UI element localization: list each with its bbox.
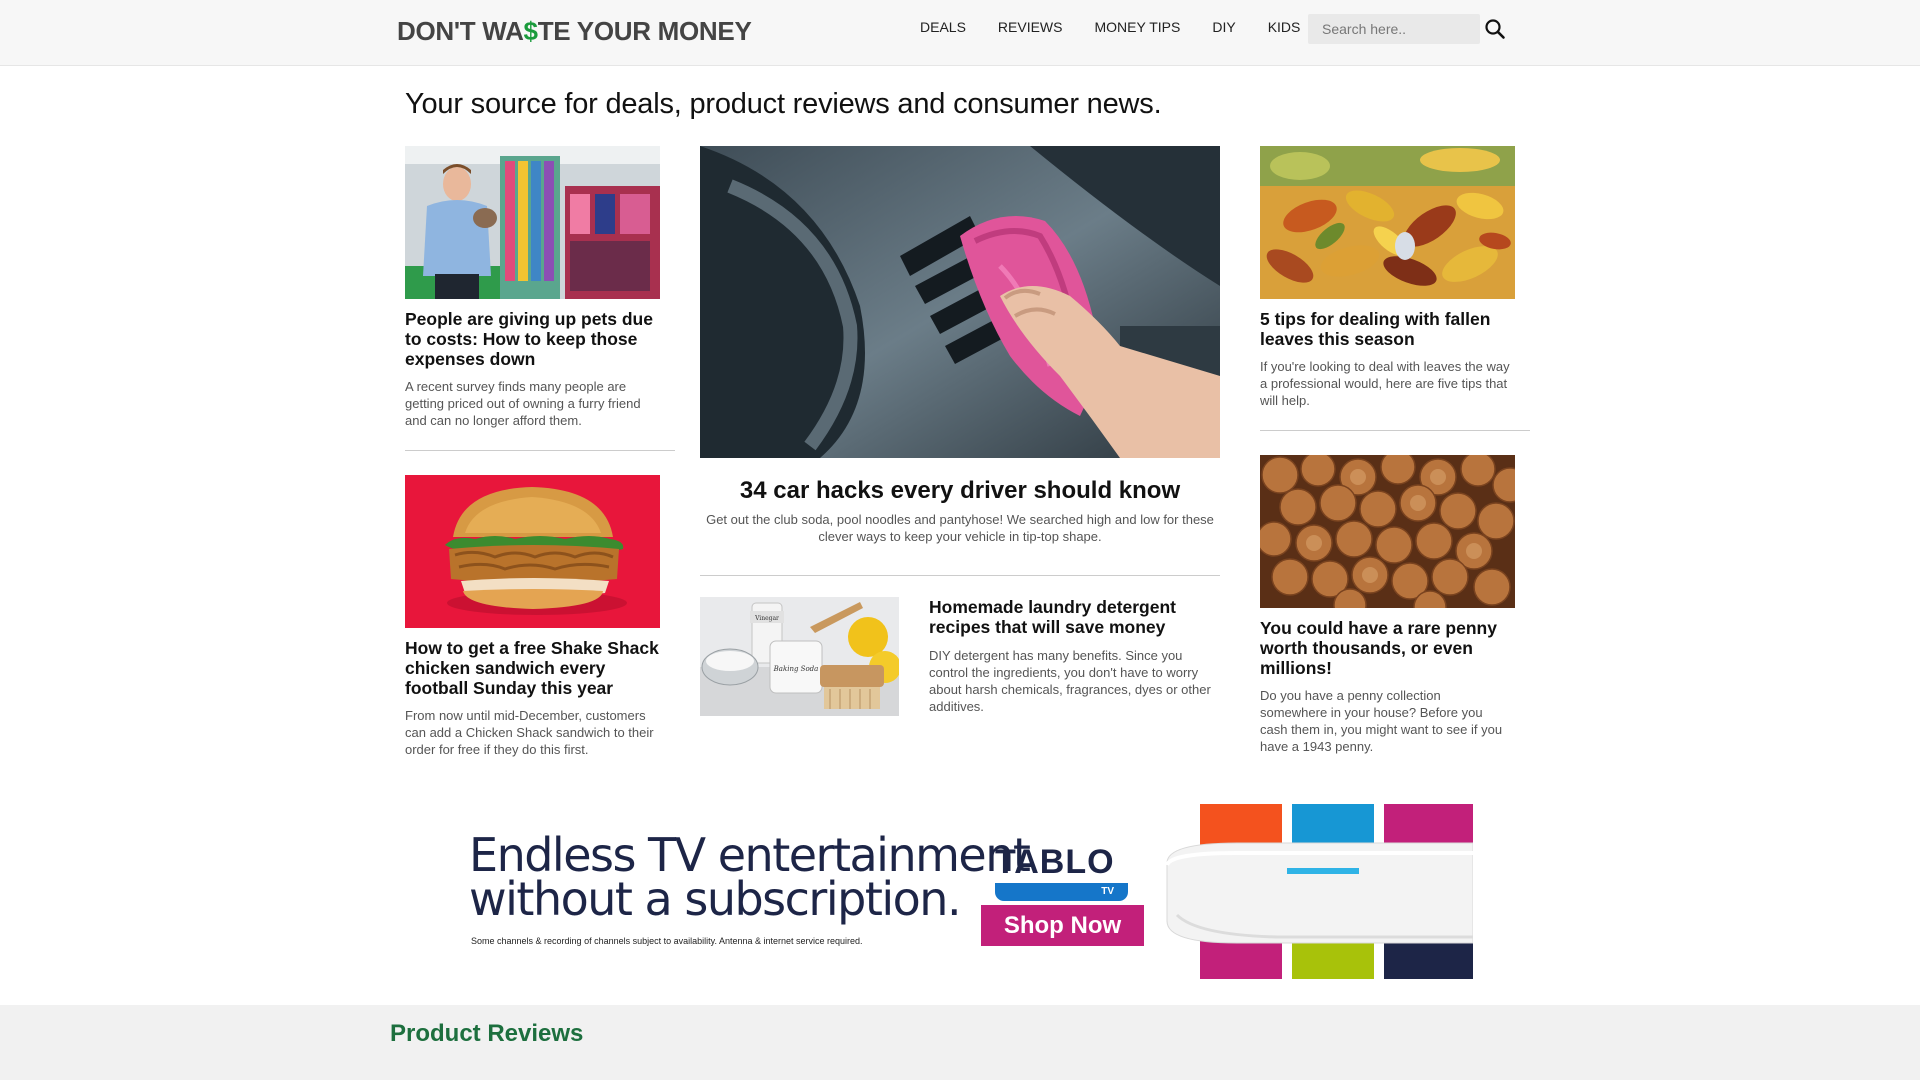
nav-diy[interactable]: DIY: [1212, 19, 1235, 35]
site-logo[interactable]: DON'T WA$TE YOUR MONEY: [397, 16, 752, 47]
article-desc-laundry: DIY detergent has many benefits. Since y…: [929, 648, 1211, 714]
article-title-pets[interactable]: People are giving up pets due to costs: …: [405, 309, 660, 369]
section-title-product-reviews: Product Reviews: [390, 1020, 584, 1047]
article-title-leaves[interactable]: 5 tips for dealing with fallen leaves th…: [1260, 309, 1500, 349]
article-title-penny[interactable]: You could have a rare penny worth thousa…: [1260, 618, 1510, 678]
logo-dollar-sign: $: [523, 16, 538, 46]
logo-text-start: DON'T WA: [397, 16, 524, 46]
main-nav: DEALS REVIEWS MONEY TIPS DIY KIDS: [920, 19, 1332, 35]
article-image-pets[interactable]: [405, 146, 660, 299]
article-desc-leaves: If you're looking to deal with leaves th…: [1260, 359, 1510, 408]
ad-headline-line-2: without a subscription.: [469, 872, 962, 926]
search-icon[interactable]: [1484, 18, 1506, 40]
article-desc-penny: Do you have a penny collection somewhere…: [1260, 688, 1503, 754]
ad-brand-sub: TV: [995, 883, 1128, 901]
article-desc-shake-shack: From now until mid-December, customers c…: [405, 708, 654, 757]
nav-reviews[interactable]: REVIEWS: [998, 19, 1063, 35]
article-image-car-dashboard[interactable]: [700, 146, 1220, 458]
article-desc-car-hacks: Get out the club soda, pool noodles and …: [706, 512, 1214, 544]
site-header: DON'T WA$TE YOUR MONEY DEALS REVIEWS MON…: [0, 0, 1920, 66]
vinegar-label-text: Vinegar: [754, 615, 779, 622]
ad-tile: [1200, 804, 1282, 846]
article-title-shake-shack[interactable]: How to get a free Shake Shack chicken sa…: [405, 638, 665, 698]
article-image-fallen-leaves[interactable]: [1260, 146, 1515, 299]
search-input[interactable]: [1308, 14, 1480, 44]
article-image-chicken-sandwich[interactable]: [405, 475, 660, 628]
ad-tile: [1384, 804, 1473, 846]
divider: [700, 575, 1220, 576]
article-title-laundry[interactable]: Homemade laundry detergent recipes that …: [929, 597, 1199, 637]
article-image-laundry-supplies[interactable]: Vinegar Baking Soda: [700, 597, 899, 716]
ad-shop-now-button[interactable]: Shop Now: [981, 905, 1144, 946]
divider: [1260, 430, 1530, 431]
ad-brand-logo: TABLO: [995, 843, 1115, 881]
logo-text-end: TE YOUR MONEY: [537, 16, 752, 46]
ad-headline-line-1: Endless TV entertainment: [469, 828, 1031, 882]
product-reviews-section: Product Reviews: [0, 1005, 1920, 1080]
ad-banner-tablo[interactable]: Endless TV entertainment without a subsc…: [467, 803, 1473, 979]
ad-tile: [1292, 804, 1374, 846]
article-image-pennies[interactable]: [1260, 455, 1515, 608]
divider: [405, 450, 675, 451]
nav-deals[interactable]: DEALS: [920, 19, 966, 35]
nav-money-tips[interactable]: MONEY TIPS: [1095, 19, 1181, 35]
article-title-car-hacks[interactable]: 34 car hacks every driver should know: [700, 477, 1220, 505]
nav-kids[interactable]: KIDS: [1268, 19, 1301, 35]
article-desc-pets: A recent survey finds many people are ge…: [405, 379, 641, 428]
ad-fine-print: Some channels & recording of channels su…: [471, 936, 863, 946]
ad-product-graphic: [1165, 804, 1473, 979]
page-tagline: Your source for deals, product reviews a…: [405, 88, 1162, 120]
ad-headline: Endless TV entertainment without a subsc…: [469, 828, 1031, 926]
baking-soda-label: Baking Soda: [773, 665, 819, 673]
